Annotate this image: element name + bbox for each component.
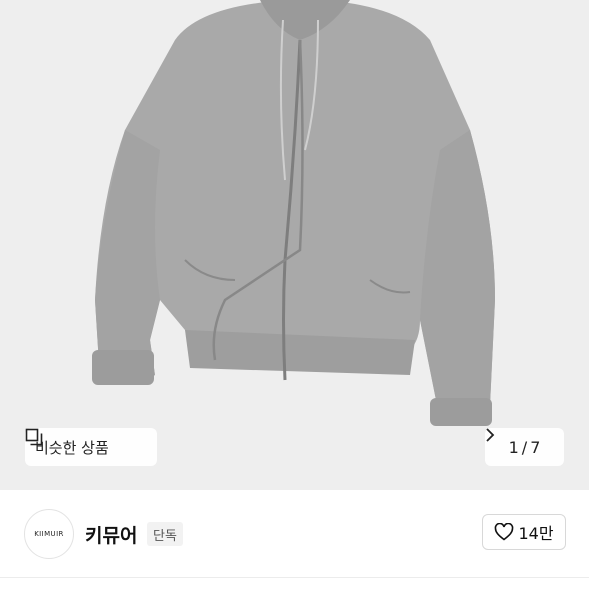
image-pager[interactable]: 1/7 (485, 428, 564, 466)
pager-text: 1/7 (509, 438, 541, 457)
similar-items-icon (25, 428, 43, 446)
hoodie-product-image (92, 0, 495, 426)
brand-name[interactable]: 키뮤어 (85, 521, 137, 548)
pager-total: 7 (530, 437, 541, 457)
pager-current: 1 (508, 437, 519, 457)
heart-outline-icon (495, 523, 514, 541)
similar-products-button[interactable]: 비슷한 상품 (25, 428, 157, 466)
product-image-gallery[interactable]: 비슷한 상품 1/7 (0, 0, 589, 490)
brand-logo[interactable]: KIIMUIR (24, 509, 74, 559)
like-button[interactable]: 14만 (482, 514, 566, 550)
like-count: 14만 (518, 524, 554, 543)
pager-separator: / (521, 437, 528, 457)
similar-products-label: 비슷한 상품 (35, 438, 109, 457)
chevron-right-icon[interactable] (485, 428, 495, 442)
brand-logo-text: KIIMUIR (34, 530, 64, 538)
exclusive-badge: 단독 (147, 522, 183, 546)
